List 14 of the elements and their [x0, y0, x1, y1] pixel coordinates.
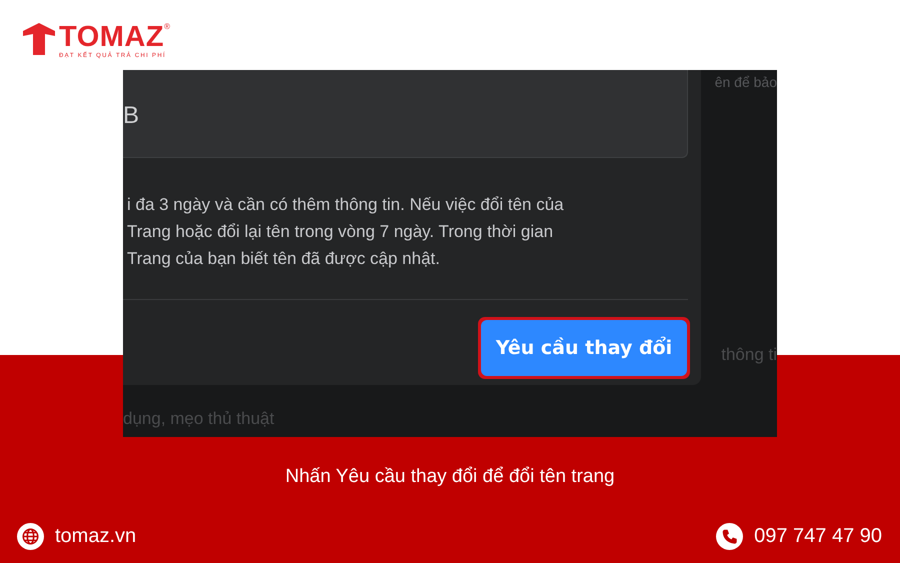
request-change-button[interactable]: Yêu cầu thay đổi	[481, 320, 687, 376]
registered-mark: ®	[164, 22, 170, 32]
description-line: Trang của bạn biết tên đã được cập nhật.	[127, 248, 441, 270]
logo-icon	[22, 22, 56, 56]
description-line: i đa 3 ngày và cần có thêm thông tin. Nếu việc đổi tên của	[127, 194, 564, 216]
brand-name: TOMAZ	[59, 22, 164, 52]
website-link[interactable]: tomaz.vn	[55, 525, 136, 548]
phone-icon	[716, 523, 744, 550]
description-line: Trang hoặc đổi lại tên trong vòng 7 ngày. Trong thời gian	[127, 221, 554, 243]
name-field[interactable]: B	[123, 70, 688, 158]
caption: Nhấn Yêu cầu thay đổi để đổi tên trang	[284, 465, 616, 489]
phone-number: 097 747 47 90	[754, 525, 882, 548]
background-text: ên để bảo	[714, 74, 777, 90]
globe-icon	[17, 523, 44, 550]
